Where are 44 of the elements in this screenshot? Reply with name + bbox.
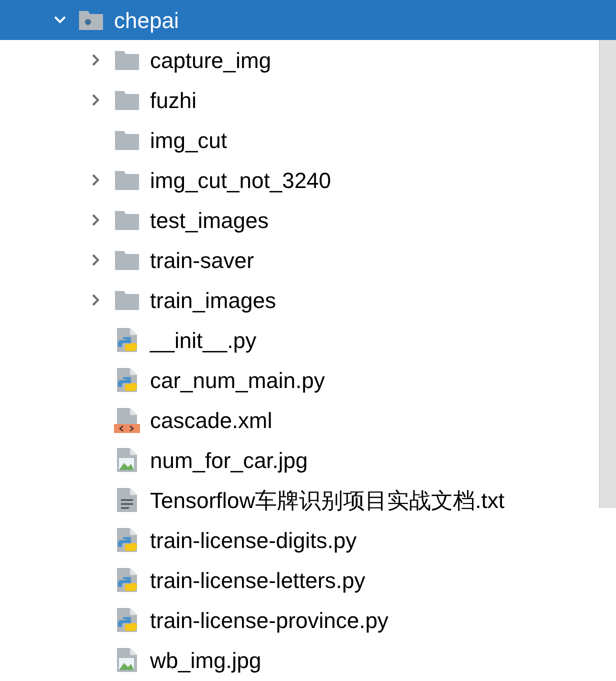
tree-item[interactable]: cascade.xml bbox=[0, 400, 599, 440]
image-file-icon bbox=[114, 647, 140, 673]
item-name: num_for_car.jpg bbox=[150, 446, 308, 475]
tree-item[interactable]: wb_img.jpg bbox=[0, 640, 599, 680]
tree-item[interactable]: img_cut_not_3240 bbox=[0, 160, 599, 200]
tree-item[interactable]: chepai bbox=[0, 0, 616, 40]
tree-item[interactable]: train_images bbox=[0, 280, 599, 320]
item-name: train_images bbox=[150, 286, 276, 315]
python-file-icon bbox=[114, 527, 140, 553]
item-name: img_cut bbox=[150, 126, 228, 155]
scrollbar[interactable] bbox=[599, 40, 616, 508]
item-name: test_images bbox=[150, 206, 269, 235]
tree-item[interactable]: train-license-province.py bbox=[0, 600, 599, 640]
item-name: img_cut_not_3240 bbox=[150, 166, 332, 195]
tree-item[interactable]: train-license-letters.py bbox=[0, 560, 599, 600]
python-file-icon bbox=[114, 367, 140, 393]
item-name: train-saver bbox=[150, 246, 254, 274]
tree-item[interactable]: test_images bbox=[0, 200, 599, 240]
tree-item[interactable]: num_for_car.jpg bbox=[0, 440, 599, 480]
tree-item[interactable]: img_cut bbox=[0, 120, 599, 160]
item-name: fuzhi bbox=[150, 86, 196, 114]
python-file-icon bbox=[114, 567, 140, 593]
item-name: train-license-digits.py bbox=[150, 526, 357, 555]
item-name: train-license-letters.py bbox=[150, 566, 366, 595]
tree-item[interactable]: train-saver bbox=[0, 240, 599, 280]
tree-item[interactable]: train-license-digits.py bbox=[0, 520, 599, 560]
tree-item[interactable]: Tensorflow车牌识别项目实战文档.txt bbox=[0, 480, 599, 520]
python-file-icon bbox=[114, 607, 140, 633]
item-name: chepai bbox=[114, 6, 179, 35]
text-file-icon bbox=[114, 487, 140, 513]
tree-item[interactable]: capture_img bbox=[0, 40, 599, 80]
python-file-icon bbox=[114, 327, 140, 353]
item-name: wb_img.jpg bbox=[150, 646, 262, 675]
tree-item[interactable]: __init__.py bbox=[0, 320, 599, 360]
item-name: capture_img bbox=[150, 46, 272, 75]
item-name: train-license-province.py bbox=[150, 606, 388, 635]
image-file-icon bbox=[114, 447, 140, 473]
xml-file-icon bbox=[114, 407, 140, 433]
tree-item[interactable]: car_num_main.py bbox=[0, 360, 599, 400]
item-name: Tensorflow车牌识别项目实战文档.txt bbox=[150, 486, 504, 514]
tree-item[interactable]: fuzhi bbox=[0, 80, 599, 120]
item-name: cascade.xml bbox=[150, 406, 272, 434]
item-name: car_num_main.py bbox=[150, 366, 325, 395]
item-name: __init__.py bbox=[150, 326, 256, 355]
